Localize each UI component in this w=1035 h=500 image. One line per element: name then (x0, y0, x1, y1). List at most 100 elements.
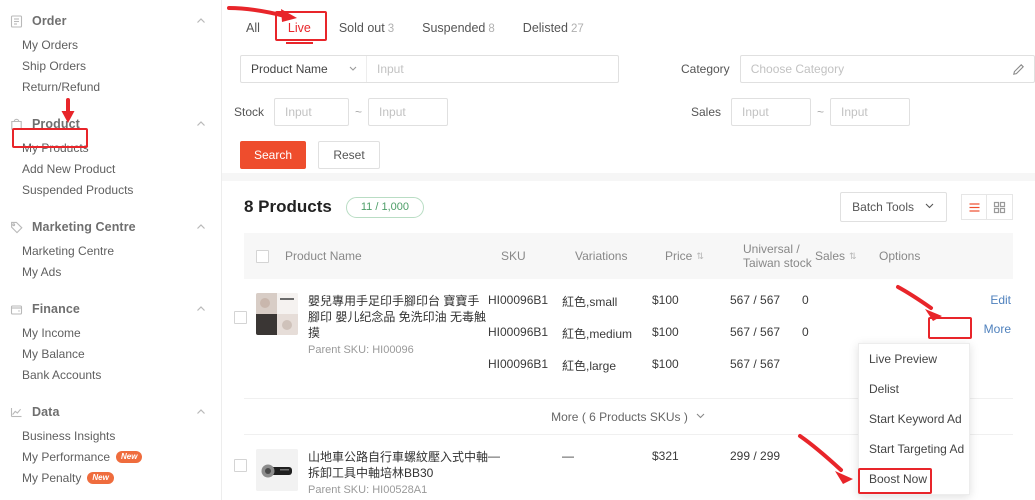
sidebar-item-my-penalty[interactable]: My Penalty New (0, 467, 221, 488)
chevron-down-icon (695, 410, 706, 424)
tab-sold-out[interactable]: Sold out3 (325, 21, 408, 44)
sidebar-item-business-insights[interactable]: Business Insights (0, 425, 221, 446)
list-view-icon[interactable] (961, 194, 987, 220)
sidebar-group-header-order[interactable]: Order (0, 8, 221, 34)
product-thumbnail (256, 449, 298, 491)
sidebar-item-label: My Balance (22, 347, 85, 361)
sidebar-item-my-orders[interactable]: My Orders (0, 34, 221, 55)
sidebar-item-return-refund[interactable]: Return/Refund (0, 76, 221, 97)
column-stock-line1: Universal / (743, 242, 800, 256)
menu-item-start-targeting-ad[interactable]: Start Targeting Ad (859, 434, 969, 464)
chevron-up-icon (195, 303, 207, 315)
menu-item-start-keyword-ad[interactable]: Start Keyword Ad (859, 404, 969, 434)
pencil-icon[interactable] (1012, 63, 1034, 76)
chart-icon (10, 406, 23, 419)
chevron-down-icon (924, 200, 935, 214)
menu-item-boost-now[interactable]: Boost Now (859, 464, 969, 494)
tab-delisted[interactable]: Delisted27 (509, 21, 598, 44)
sidebar-item-my-income[interactable]: My Income (0, 322, 221, 343)
variant-stock: 567 / 567 (730, 325, 802, 339)
edit-link[interactable]: Edit (941, 293, 1011, 307)
table-header: Product Name SKU Variations Price⇅ Unive… (244, 233, 1013, 279)
sidebar-item-label: My Ads (22, 265, 61, 279)
sidebar-item-my-performance[interactable]: My Performance New (0, 446, 221, 467)
grid-view-icon[interactable] (987, 194, 1013, 220)
more-dropdown-menu: Live Preview Delist Start Keyword Ad Sta… (858, 343, 970, 495)
sidebar-item-label: Bank Accounts (22, 368, 101, 382)
product-thumbnail (256, 293, 298, 335)
product-icon (10, 118, 23, 131)
row-checkbox[interactable] (234, 311, 247, 324)
filter-form: Product Name Input Category Choose Categ… (222, 52, 1035, 181)
variant-sku: — (488, 449, 562, 463)
more-link[interactable]: More (941, 322, 1011, 336)
variant-row: HI00096B1 紅色,small $100 567 / 567 0 (488, 293, 866, 325)
sidebar-item-label: My Orders (22, 38, 78, 52)
quota-badge: 11 / 1,000 (346, 197, 424, 218)
tab-suspended[interactable]: Suspended8 (408, 21, 509, 44)
category-filter[interactable]: Choose Category (740, 55, 1035, 83)
column-sales[interactable]: Sales⇅ (815, 249, 879, 263)
status-tabs: All Live Sold out3 Suspended8 Delisted27 (244, 10, 598, 44)
menu-item-live-preview[interactable]: Live Preview (859, 344, 969, 374)
sort-icon: ⇅ (696, 252, 704, 261)
product-name-select-value: Product Name (251, 62, 328, 76)
sidebar-group-data: Data Business Insights My Performance Ne… (0, 399, 221, 488)
column-stock: Universal / Taiwan stock (743, 242, 815, 270)
stock-from-input[interactable]: Input (274, 98, 349, 126)
new-badge: New (116, 451, 142, 463)
sidebar-group-header-marketing[interactable]: Marketing Centre (0, 214, 221, 240)
sales-from-input[interactable]: Input (731, 98, 811, 126)
sales-label: Sales (667, 105, 721, 119)
sidebar-group-order: Order My Orders Ship Orders Return/Refun… (0, 8, 221, 97)
menu-item-delist[interactable]: Delist (859, 374, 969, 404)
row-checkbox[interactable] (234, 459, 247, 472)
tab-all[interactable]: All (244, 21, 274, 44)
sidebar-item-marketing-centre[interactable]: Marketing Centre (0, 240, 221, 261)
sidebar-item-my-products[interactable]: My Products (0, 137, 221, 158)
list-header: 8 Products 11 / 1,000 Batch Tools (222, 181, 1035, 233)
sidebar-item-my-balance[interactable]: My Balance (0, 343, 221, 364)
sidebar-group-product: Product My Products Add New Product Susp… (0, 111, 221, 200)
select-all-checkbox[interactable] (256, 250, 269, 263)
sidebar-item-ship-orders[interactable]: Ship Orders (0, 55, 221, 76)
column-variations: Variations (575, 249, 665, 263)
variant-row: HI00096B1 紅色,medium $100 567 / 567 0 (488, 325, 866, 357)
variant-variation: 紅色,small (562, 293, 652, 310)
sidebar-item-label: My Income (22, 326, 81, 340)
product-title[interactable]: 山地車公路自行車螺紋壓入式中軸拆卸工具中軸培林BB30 (308, 449, 488, 481)
sidebar-group-header-finance[interactable]: Finance (0, 296, 221, 322)
tab-live[interactable]: Live (274, 21, 325, 44)
column-price-label: Price (665, 249, 692, 263)
sales-to-input[interactable]: Input (830, 98, 910, 126)
sidebar-group-header-data[interactable]: Data (0, 399, 221, 425)
tab-count: 8 (488, 23, 494, 35)
top-panel: All Live Sold out3 Suspended8 Delisted27 (222, 0, 1035, 173)
wallet-icon (10, 303, 23, 316)
batch-tools-button[interactable]: Batch Tools (840, 192, 947, 222)
sidebar-item-my-ads[interactable]: My Ads (0, 261, 221, 282)
stock-to-input[interactable]: Input (368, 98, 448, 126)
variant-lines: HI00096B1 紅色,small $100 567 / 567 0 HI00… (488, 293, 866, 389)
search-button[interactable]: Search (240, 141, 306, 169)
order-icon (10, 15, 23, 28)
tab-label: Live (288, 21, 311, 35)
sidebar-group-header-product[interactable]: Product (0, 111, 221, 137)
filter-row-1: Product Name Input Category Choose Categ… (222, 52, 1035, 86)
variant-variation: 紅色,large (562, 357, 652, 374)
tab-label: All (246, 21, 260, 35)
product-name-select[interactable]: Product Name (241, 56, 367, 82)
product-name-input[interactable]: Input (367, 62, 618, 76)
category-input[interactable]: Choose Category (741, 62, 1012, 76)
variant-sku: HI00096B1 (488, 293, 562, 307)
sidebar-item-bank-accounts[interactable]: Bank Accounts (0, 364, 221, 385)
column-price[interactable]: Price ⇅ (665, 249, 743, 263)
menu-item-label: Start Keyword Ad (869, 412, 962, 426)
product-name-filter[interactable]: Product Name Input (240, 55, 619, 83)
reset-button[interactable]: Reset (318, 141, 380, 169)
sidebar-item-add-new-product[interactable]: Add New Product (0, 158, 221, 179)
sidebar-item-suspended-products[interactable]: Suspended Products (0, 179, 221, 200)
product-title[interactable]: 嬰兒專用手足印手腳印台 寶寶手腳印 嬰儿纪念品 免洗印油 无毒触摸 (308, 293, 488, 341)
variant-sales: 0 (802, 325, 866, 339)
sidebar: Order My Orders Ship Orders Return/Refun… (0, 0, 222, 500)
